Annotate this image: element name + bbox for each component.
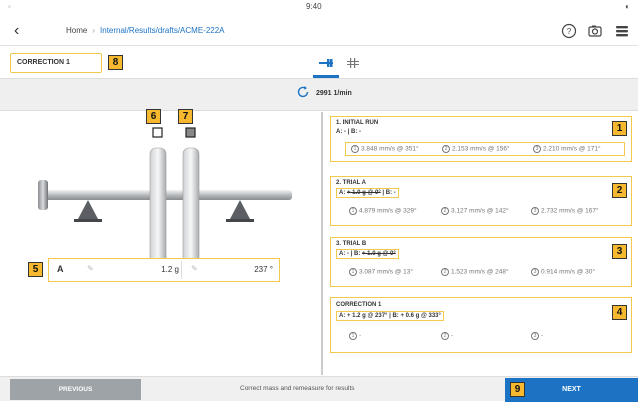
breadcrumb: Home › Internal/Results/drafts/ACME-222A bbox=[66, 26, 225, 35]
card-correction[interactable]: CORRECTION 1 A: + 1.2 g @ 237° | B: + 0.… bbox=[330, 297, 632, 353]
balancing-plane-a-disc[interactable] bbox=[149, 147, 167, 264]
refresh-icon[interactable] bbox=[296, 85, 310, 102]
help-icon[interactable]: ? bbox=[561, 23, 577, 39]
edit-icon: ✎ bbox=[191, 264, 198, 273]
measurement-2: 2 3.127 mm/s @ 142° bbox=[441, 207, 509, 215]
nav-bar: ‹ Home › Internal/Results/drafts/ACME-222A… bbox=[0, 16, 638, 46]
plane-label: A bbox=[57, 264, 64, 274]
plane-b-selector[interactable] bbox=[185, 127, 196, 138]
badge-6: 6 bbox=[146, 109, 161, 124]
back-button[interactable]: ‹ bbox=[14, 21, 19, 41]
battery-icon: ◐ bbox=[625, 2, 630, 11]
measurement-2: 2 1.523 mm/s @ 248° bbox=[441, 268, 509, 276]
breadcrumb-home[interactable]: Home bbox=[66, 26, 87, 35]
measurement-1: 1- bbox=[349, 332, 361, 340]
measurement-2: 2- bbox=[441, 332, 453, 340]
badge-5: 5 bbox=[28, 262, 43, 277]
menu-icon[interactable] bbox=[614, 23, 630, 39]
bottom-bar: PREVIOUS Correct mass and remeasure for … bbox=[0, 376, 638, 402]
badge-2: 2 bbox=[612, 183, 627, 198]
measurement-3: 3- bbox=[531, 332, 543, 340]
breadcrumb-separator: › bbox=[92, 26, 96, 35]
rotor-diagram bbox=[38, 127, 292, 264]
right-bearing-support bbox=[230, 200, 250, 219]
rpm-value: 2991 1/min bbox=[316, 90, 352, 97]
badge-1: 1 bbox=[612, 121, 627, 136]
card-title: 3. TRIAL B bbox=[336, 241, 367, 247]
measurement-2: 2 2.153 mm/s @ 156° bbox=[442, 145, 510, 153]
badge-4: 4 bbox=[612, 305, 627, 320]
active-tab-indicator bbox=[313, 75, 339, 78]
card-weights: A: - | B: - bbox=[336, 129, 362, 135]
card-title: 1. INITIAL RUN bbox=[336, 120, 379, 126]
rpm-row: 2991 1/min bbox=[0, 79, 638, 111]
previous-button[interactable]: PREVIOUS bbox=[10, 379, 141, 400]
balance-view-icon[interactable] bbox=[318, 57, 334, 69]
plane-a-selector[interactable] bbox=[152, 127, 163, 138]
weight-entry: A ✎ 1.2 g ✎ 237 ° bbox=[48, 258, 280, 282]
card-weights: A: + 1.0 g @ 0° | B: - bbox=[336, 188, 399, 198]
measurement-3: 3 0.914 mm/s @ 30° bbox=[531, 268, 595, 276]
camera-settings-icon[interactable] bbox=[587, 23, 603, 39]
angle-field[interactable]: 237 ° bbox=[207, 263, 273, 277]
measurement-3: 3 2.210 mm/s @ 171° bbox=[533, 145, 601, 153]
card-title: CORRECTION 1 bbox=[336, 302, 382, 308]
measurement-1: 1 3.848 mm/s @ 351° bbox=[351, 145, 419, 153]
tab-row: CORRECTION 1 8 bbox=[0, 47, 638, 79]
rotor-shaft bbox=[44, 190, 292, 200]
card-initial-run[interactable]: 1. INITIAL RUN A: - | B: - 1 1 3.848 mm/s… bbox=[330, 116, 632, 162]
measurement-1: 1 4.879 mm/s @ 329° bbox=[349, 207, 417, 215]
hint-text: Correct mass and remeasure for results bbox=[240, 385, 355, 392]
rotor-panel: 6 7 5 A ✎ 1.2 g ✎ 237 ° bbox=[0, 109, 322, 375]
badge-3: 3 bbox=[612, 244, 627, 259]
wifi-icon: ◦ bbox=[8, 2, 11, 11]
balancing-plane-b-disc[interactable] bbox=[182, 147, 200, 264]
mass-field[interactable]: 1.2 g bbox=[103, 263, 179, 277]
next-label: NEXT bbox=[562, 386, 581, 393]
left-bearing-support bbox=[78, 200, 98, 219]
card-weights: A: + 1.2 g @ 237° | B: + 0.6 g @ 333° bbox=[336, 311, 444, 321]
card-title: 2. TRIAL A bbox=[336, 180, 367, 186]
initial-run-measurements: 1 3.848 mm/s @ 351° 2 2.153 mm/s @ 156° 32… bbox=[345, 142, 625, 156]
correction-selector[interactable]: CORRECTION 1 bbox=[10, 53, 102, 73]
edit-icon: ✎ bbox=[87, 264, 94, 273]
card-weights: A: - | B: + 1.0 g @ 0° bbox=[336, 249, 399, 259]
badge-8: 8 bbox=[108, 55, 123, 70]
measurement-3: 3 2.732 mm/s @ 167° bbox=[531, 207, 599, 215]
table-view-icon[interactable] bbox=[346, 57, 362, 69]
measurement-1: 1 3.087 mm/s @ 13° bbox=[349, 268, 413, 276]
card-trial-b[interactable]: 3. TRIAL B A: - | B: + 1.0 g @ 0° 3 1 3.0… bbox=[330, 237, 632, 287]
status-bar: ◦ 9:40 ◐ bbox=[0, 0, 638, 16]
card-trial-a[interactable]: 2. TRIAL A A: + 1.0 g @ 0° | B: - 2 1 4.8… bbox=[330, 176, 632, 226]
breadcrumb-path[interactable]: Internal/Results/drafts/ACME-222A bbox=[100, 26, 225, 35]
clock: 9:40 bbox=[306, 2, 322, 11]
badge-7: 7 bbox=[178, 109, 193, 124]
badge-9: 9 bbox=[510, 382, 525, 397]
svg-text:?: ? bbox=[567, 27, 572, 36]
coupling-hub bbox=[38, 180, 48, 210]
